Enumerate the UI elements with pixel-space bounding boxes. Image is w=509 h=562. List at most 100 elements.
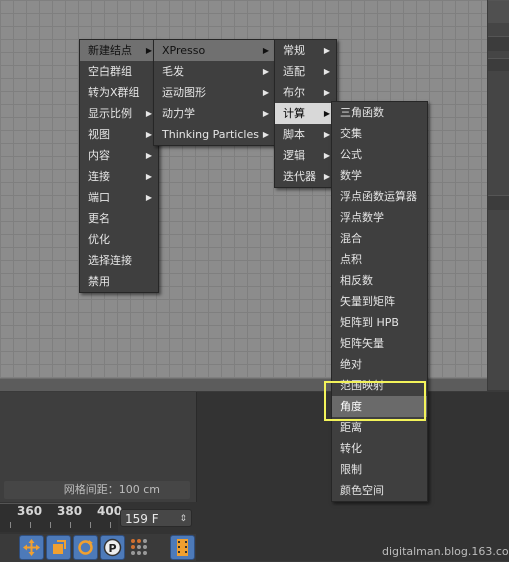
- menu-item-matrix-to-hpb[interactable]: 矩阵到 HPB: [332, 312, 427, 333]
- context-menu-root: 新建结点 ▶ 空白群组 转为X群组 显示比例 ▶ 视图 ▶ 内容 ▶ 连接 ▶ 端口 ▶ 更…: [79, 39, 159, 293]
- menu-item-label: 三角函数: [340, 106, 384, 119]
- menu-item-label: 内容: [88, 149, 110, 162]
- menu-item-label: 更名: [88, 212, 110, 225]
- scale-tool-button[interactable]: [46, 535, 71, 560]
- menu-item-rename[interactable]: 更名: [80, 208, 158, 229]
- rotate-tool-button[interactable]: [73, 535, 98, 560]
- submenu-arrow-icon: ▶: [323, 46, 330, 55]
- menu-item-label: 布尔: [283, 86, 305, 99]
- menu-item-select-connections[interactable]: 选择连接: [80, 250, 158, 271]
- menu-item-port[interactable]: 端口 ▶: [80, 187, 158, 208]
- menu-item-boolean[interactable]: 布尔 ▶: [275, 82, 336, 103]
- submenu-arrow-icon: ▶: [145, 109, 152, 118]
- move-arrows-icon: [23, 539, 40, 556]
- stepper-arrows-icon[interactable]: ⇕: [179, 510, 187, 528]
- menu-item-label: 动力学: [162, 107, 195, 120]
- menu-item-label: Thinking Particles: [162, 128, 259, 141]
- menu-item-formula[interactable]: 公式: [332, 144, 427, 165]
- menu-item-label: 端口: [88, 191, 110, 204]
- dot-grid-icon: [131, 539, 147, 555]
- menu-item-disable[interactable]: 禁用: [80, 271, 158, 292]
- svg-text:P: P: [109, 542, 117, 555]
- menu-item-label: 优化: [88, 233, 110, 246]
- menu-item-logic[interactable]: 逻辑 ▶: [275, 145, 336, 166]
- ruler-mark: [10, 522, 11, 528]
- menu-item-label: 新建结点: [88, 44, 132, 57]
- submenu-arrow-icon: ▶: [262, 88, 269, 97]
- submenu-calculate: 三角函数 交集 公式 数学 浮点函数运算器 浮点数学 混合 点积 相反数 矢量到…: [331, 101, 428, 502]
- menu-item-matrix-vector[interactable]: 矩阵矢量: [332, 333, 427, 354]
- submenu-arrow-icon: ▶: [323, 151, 330, 160]
- menu-item-absolute[interactable]: 绝对: [332, 354, 427, 375]
- menu-item-range-mapper[interactable]: 范围映射: [332, 375, 427, 396]
- menu-item-mograph[interactable]: 运动图形 ▶: [154, 82, 275, 103]
- menu-item-math[interactable]: 数学: [332, 165, 427, 186]
- menu-item-distance[interactable]: 距离: [332, 417, 427, 438]
- menu-item-label: 交集: [340, 127, 362, 140]
- menu-item-label: 选择连接: [88, 254, 132, 267]
- menu-item-convert-xgroup[interactable]: 转为X群组: [80, 82, 158, 103]
- menu-item-label: 角度: [340, 400, 362, 413]
- menu-item-colorspace[interactable]: 颜色空间: [332, 480, 427, 501]
- film-tool-button[interactable]: [170, 535, 195, 560]
- menu-item-iterator[interactable]: 迭代器 ▶: [275, 166, 336, 187]
- menu-item-empty-group[interactable]: 空白群组: [80, 61, 158, 82]
- dot-grid-button[interactable]: [127, 535, 154, 558]
- menu-item-label: 公式: [340, 148, 362, 161]
- submenu-xpresso: 常规 ▶ 适配 ▶ 布尔 ▶ 计算 ▶ 脚本 ▶ 逻辑 ▶ 迭代器 ▶: [274, 39, 337, 188]
- menu-item-label: 相反数: [340, 274, 373, 287]
- right-panel-row: [488, 36, 509, 51]
- submenu-arrow-icon: ▶: [262, 67, 269, 76]
- menu-item-label: 转化: [340, 442, 362, 455]
- submenu-arrow-icon: ▶: [262, 130, 269, 139]
- menu-item-xpresso[interactable]: XPresso ▶: [154, 40, 275, 61]
- menu-item-calculate[interactable]: 计算 ▶: [275, 103, 336, 124]
- menu-item-thinking-particles[interactable]: Thinking Particles ▶: [154, 124, 275, 145]
- menu-item-dynamics[interactable]: 动力学 ▶: [154, 103, 275, 124]
- watermark: digitalman.blog.163.com: [382, 545, 509, 558]
- menu-item-float-math[interactable]: 浮点数学: [332, 207, 427, 228]
- rotate-icon: [78, 540, 93, 555]
- end-frame-field[interactable]: 159 F ⇕: [120, 509, 192, 527]
- menu-item-label: 距离: [340, 421, 362, 434]
- menu-item-label: 混合: [340, 232, 362, 245]
- menu-item-clamp[interactable]: 限制: [332, 459, 427, 480]
- menu-item-negate[interactable]: 相反数: [332, 270, 427, 291]
- menu-item-connect[interactable]: 连接 ▶: [80, 166, 158, 187]
- menu-item-view[interactable]: 视图 ▶: [80, 124, 158, 145]
- menu-item-new-node[interactable]: 新建结点 ▶: [80, 40, 158, 61]
- menu-item-convert[interactable]: 转化: [332, 438, 427, 459]
- menu-item-general[interactable]: 常规 ▶: [275, 40, 336, 61]
- menu-item-angle[interactable]: 角度: [332, 396, 427, 417]
- film-strip-icon: [177, 539, 188, 556]
- param-tool-button[interactable]: P: [100, 535, 125, 560]
- menu-item-dot-product[interactable]: 点积: [332, 249, 427, 270]
- menu-item-content[interactable]: 内容 ▶: [80, 145, 158, 166]
- menu-item-optimize[interactable]: 优化: [80, 229, 158, 250]
- menu-item-label: 矢量到矩阵: [340, 295, 395, 308]
- menu-item-label: 转为X群组: [88, 86, 140, 99]
- menu-item-mix[interactable]: 混合: [332, 228, 427, 249]
- menu-item-trigonometry[interactable]: 三角函数: [332, 102, 427, 123]
- menu-item-label: 空白群组: [88, 65, 132, 78]
- ruler-mark: [50, 522, 51, 528]
- move-tool-button[interactable]: [19, 535, 44, 560]
- menu-item-float-func[interactable]: 浮点函数运算器: [332, 186, 427, 207]
- menu-item-label: 计算: [283, 107, 305, 120]
- ruler-mark: [110, 522, 111, 528]
- menu-item-intersection[interactable]: 交集: [332, 123, 427, 144]
- menu-item-label: 逻辑: [283, 149, 305, 162]
- menu-item-label: 常规: [283, 44, 305, 57]
- menu-item-hair[interactable]: 毛发 ▶: [154, 61, 275, 82]
- menu-item-label: 矩阵矢量: [340, 337, 384, 350]
- right-panel: [488, 0, 509, 390]
- ruler-mark: [70, 522, 71, 528]
- submenu-arrow-icon: ▶: [145, 193, 152, 202]
- menu-item-adapter[interactable]: 适配 ▶: [275, 61, 336, 82]
- menu-item-label: 连接: [88, 170, 110, 183]
- p-circle-icon: P: [103, 538, 122, 557]
- menu-item-vector-to-matrix[interactable]: 矢量到矩阵: [332, 291, 427, 312]
- menu-item-script[interactable]: 脚本 ▶: [275, 124, 336, 145]
- menu-item-zoom[interactable]: 显示比例 ▶: [80, 103, 158, 124]
- timeline-ruler[interactable]: 360 380 400: [0, 503, 122, 532]
